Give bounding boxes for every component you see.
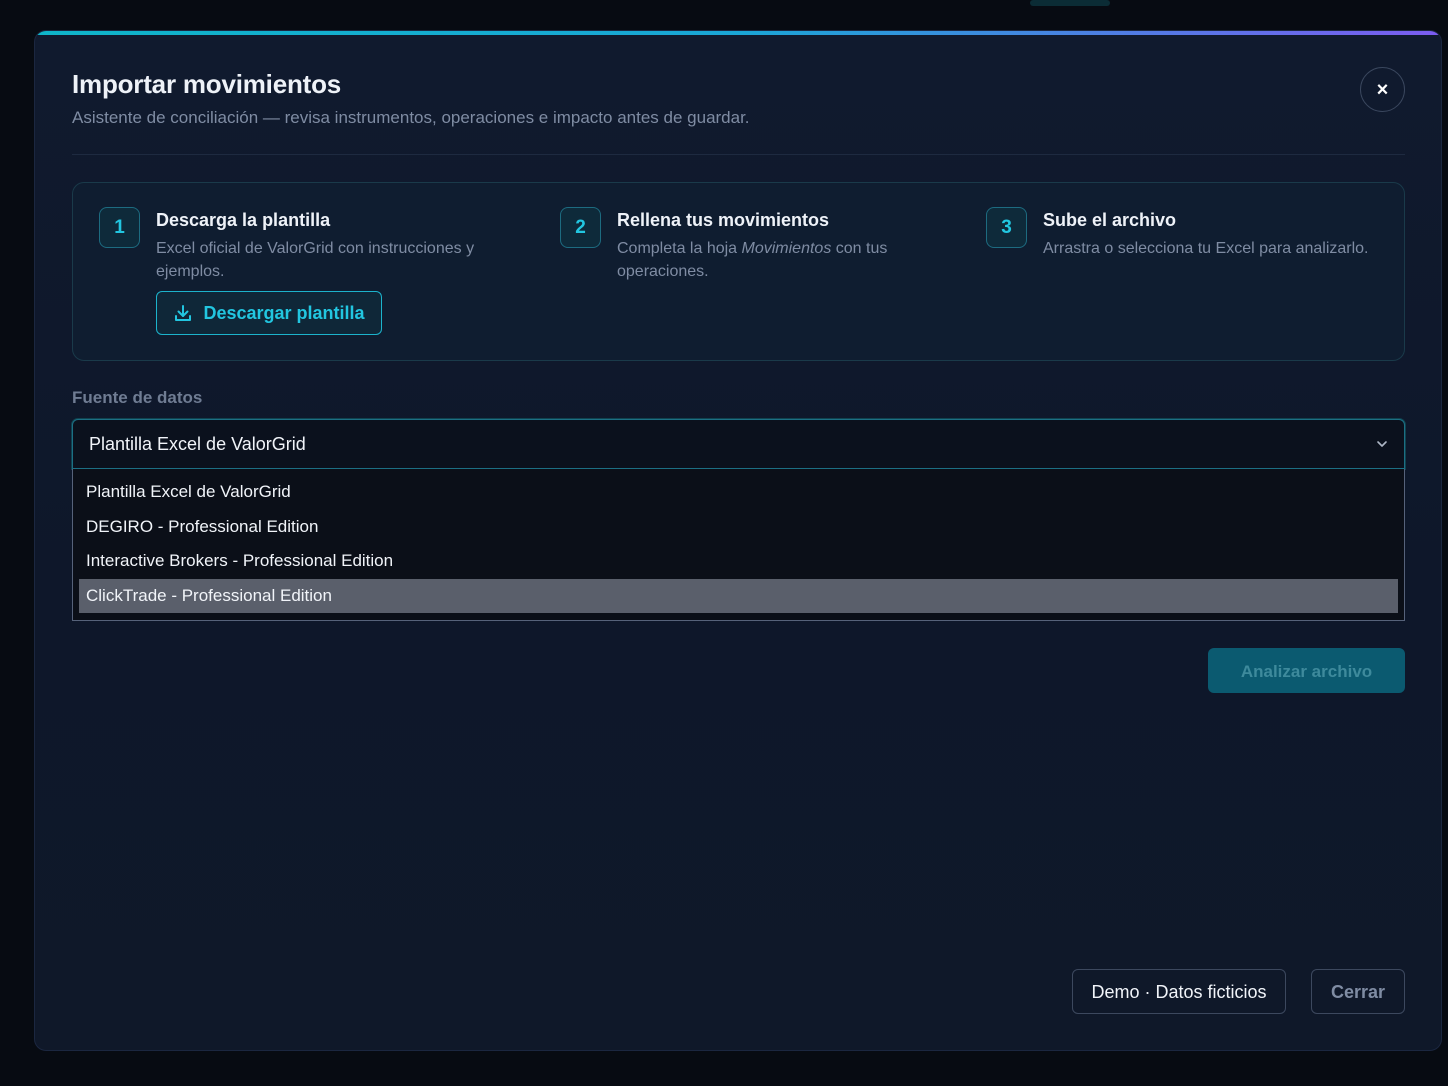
background-glow bbox=[1030, 0, 1110, 6]
analyze-file-button[interactable]: Analizar archivo bbox=[1208, 648, 1405, 693]
source-field-label: Fuente de datos bbox=[72, 388, 203, 407]
header-divider bbox=[72, 154, 1405, 155]
import-modal: Importar movimientos Asistente de concil… bbox=[34, 30, 1442, 1051]
source-option-interactive-brokers[interactable]: Interactive Brokers - Professional Editi… bbox=[79, 544, 1398, 579]
download-icon bbox=[175, 305, 192, 321]
step-number: 1 bbox=[99, 207, 140, 248]
close-button[interactable]: Cerrar bbox=[1311, 969, 1405, 1014]
demo-data-button[interactable]: Demo · Datos ficticios bbox=[1072, 969, 1286, 1014]
close-icon: × bbox=[1376, 79, 1389, 101]
step-description: Arrastra o selecciona tu Excel para anal… bbox=[1043, 240, 1369, 257]
source-option-degiro[interactable]: DEGIRO - Professional Edition bbox=[79, 510, 1398, 545]
step-description-emphasis: Movimientos bbox=[741, 240, 832, 257]
step-description: Excel oficial de ValorGrid con instrucci… bbox=[156, 240, 475, 280]
download-template-button[interactable]: Descargar plantilla bbox=[156, 291, 382, 335]
step-description: Completa la hoja Movimientos con tus ope… bbox=[617, 237, 917, 283]
step-number: 2 bbox=[560, 207, 601, 248]
steps-panel: 1 Descarga la plantilla Excel oficial de… bbox=[72, 182, 1405, 361]
modal-accent-bar bbox=[35, 31, 1441, 35]
modal-title: Importar movimientos bbox=[72, 69, 342, 99]
download-template-label: Descargar plantilla bbox=[203, 302, 365, 323]
chevron-down-icon bbox=[1377, 441, 1387, 447]
close-modal-button[interactable]: × bbox=[1360, 67, 1405, 112]
step-title: Sube el archivo bbox=[1043, 210, 1177, 230]
step-description-start: Completa la hoja bbox=[617, 240, 742, 257]
step-title: Descarga la plantilla bbox=[156, 210, 331, 230]
source-dropdown-list: Plantilla Excel de ValorGrid DEGIRO - Pr… bbox=[72, 469, 1405, 621]
step-number: 3 bbox=[986, 207, 1027, 248]
source-option-clicktrade[interactable]: ClickTrade - Professional Edition bbox=[79, 578, 1398, 613]
source-select[interactable]: Plantilla Excel de ValorGrid bbox=[72, 419, 1405, 469]
modal-subtitle: Asistente de conciliación — revisa instr… bbox=[72, 108, 750, 127]
step-title: Rellena tus movimientos bbox=[617, 210, 830, 230]
source-option-valorgrid[interactable]: Plantilla Excel de ValorGrid bbox=[79, 475, 1398, 510]
source-select-value: Plantilla Excel de ValorGrid bbox=[89, 434, 306, 454]
